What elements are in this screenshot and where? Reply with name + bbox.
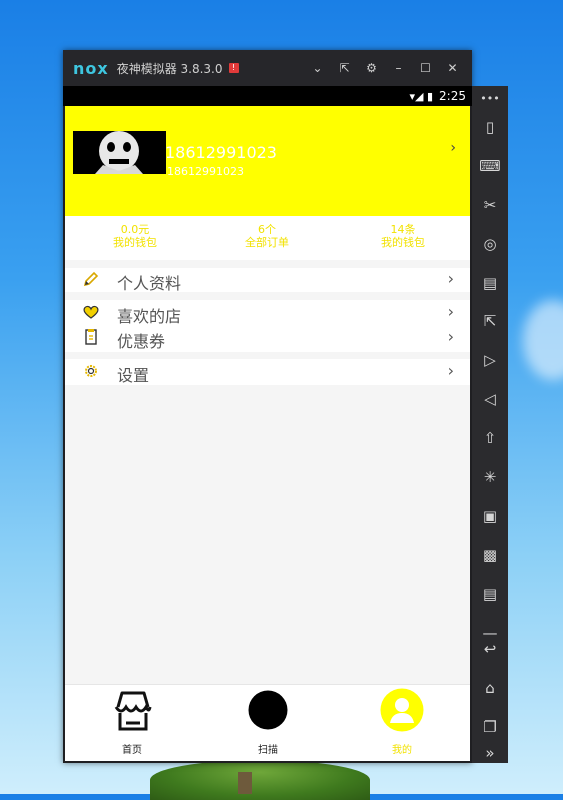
chevron-right-icon: ›	[447, 302, 454, 321]
tab-mine-label: 我的	[392, 745, 412, 756]
apk-install-icon[interactable]: ⇧	[472, 423, 508, 453]
coupon-icon	[81, 328, 101, 348]
shake-icon[interactable]: ✳	[472, 462, 508, 492]
desktop-tree	[150, 760, 370, 800]
keyboard-icon[interactable]: ⌨	[472, 151, 508, 181]
username: 18612991023	[165, 143, 277, 162]
tab-home[interactable]: 首页	[92, 685, 172, 761]
alert-badge[interactable]: !	[228, 63, 239, 73]
emulator-sidebar: ••• ▯ ⌨ ✂ ◎ ▤ ⇱ ▷ ◁ ⇧ ✳ ▣ ▩ ▤ — ↩ ⌂ ❐ »	[472, 86, 508, 763]
volume-up-icon[interactable]: ▷	[472, 345, 508, 375]
video-record-icon[interactable]: ▩	[472, 540, 508, 570]
stat-messages-value: 14条	[390, 223, 416, 236]
stat-wallet[interactable]: 0.0元 我的钱包	[85, 223, 185, 249]
expand-icon[interactable]: »	[472, 738, 508, 768]
stat-wallet-value: 0.0元	[120, 223, 150, 236]
stat-orders-label: 全部订单	[245, 236, 289, 249]
multi-instance-icon[interactable]: ▤	[472, 579, 508, 609]
mouse-icon[interactable]: ▣	[472, 501, 508, 531]
more-icon[interactable]: •••	[472, 84, 508, 114]
stat-wallet-label: 我的钱包	[113, 236, 157, 249]
user-icon	[380, 688, 424, 732]
status-time: 2:25	[439, 89, 466, 103]
fullscreen-icon[interactable]: ⇱	[472, 306, 508, 336]
menu-group-shops: 喜欢的店 › 优惠券 ›	[65, 300, 470, 352]
store-icon	[114, 691, 152, 731]
menu-label-settings: 设置	[117, 366, 150, 385]
tab-home-label: 首页	[122, 745, 142, 756]
desktop-cloud	[523, 300, 563, 380]
scan-icon	[248, 690, 288, 730]
stat-messages[interactable]: 14条 我的钱包	[353, 223, 453, 249]
menu-item-favorite-shops[interactable]: 喜欢的店 ›	[65, 300, 470, 326]
signal-battery-icons: ▾◢ ▮	[409, 89, 434, 103]
settings-icon[interactable]: ⚙	[358, 61, 385, 75]
menu-item-settings[interactable]: 设置 ›	[65, 359, 470, 385]
tab-scan[interactable]: 扫描	[228, 685, 308, 761]
desktop-tree-trunk	[238, 772, 252, 794]
emulator-window: nox 夜神模拟器 3.8.3.0 ! ⌄ ⇱ ⚙ – ☐ ✕ ▾◢ ▮ 2:2…	[63, 50, 472, 763]
window-title: 夜神模拟器 3.8.3.0	[116, 61, 223, 76]
maximize-icon[interactable]: ☐	[412, 61, 439, 75]
chevron-right-icon: ›	[447, 327, 454, 346]
bottom-tab-bar: 首页 扫描 我的	[65, 684, 470, 761]
menu-item-coupons[interactable]: 优惠券 ›	[65, 326, 470, 352]
location-icon[interactable]: ◎	[472, 229, 508, 259]
chevron-right-icon[interactable]: ›	[450, 140, 456, 156]
menu-label-favorite-shops: 喜欢的店	[117, 307, 182, 326]
screen-icon[interactable]: ▤	[472, 268, 508, 298]
nox-logo: nox	[73, 58, 109, 78]
dropdown-icon[interactable]: ⌄	[304, 61, 331, 75]
chevron-right-icon: ›	[447, 269, 454, 288]
stat-orders-value: 6个	[258, 223, 276, 236]
profile-header[interactable]: 18612991023 18612991023 ›	[65, 106, 470, 216]
chevron-right-icon: ›	[447, 361, 454, 380]
scissors-icon[interactable]: ✂	[472, 190, 508, 220]
home-icon[interactable]: ⌂	[472, 673, 508, 703]
pencil-icon	[81, 270, 101, 290]
gear-icon	[81, 362, 101, 382]
close-icon[interactable]: ✕	[439, 61, 466, 75]
tab-scan-label: 扫描	[258, 745, 278, 756]
heart-icon	[81, 303, 101, 323]
volume-down-icon[interactable]: ◁	[472, 384, 508, 414]
minimize-icon[interactable]: –	[385, 61, 412, 75]
user-id: 18612991023	[167, 165, 244, 178]
window-controls: ⌄ ⇱ ⚙ – ☐ ✕	[304, 50, 466, 86]
stats-bar: 0.0元 我的钱包 6个 全部订单 14条 我的钱包	[65, 216, 470, 260]
menu-label-profile: 个人资料	[117, 274, 182, 293]
avatar[interactable]	[73, 131, 166, 174]
title-bar[interactable]: nox 夜神模拟器 3.8.3.0 ! ⌄ ⇱ ⚙ – ☐ ✕	[63, 50, 472, 86]
phone-screen: 18612991023 18612991023 › 0.0元 我的钱包 6个 全…	[65, 106, 470, 761]
android-status-bar: ▾◢ ▮ 2:25	[63, 86, 472, 106]
stat-orders[interactable]: 6个 全部订单	[217, 223, 317, 249]
stat-messages-label: 我的钱包	[381, 236, 425, 249]
phone-rotate-icon[interactable]: ▯	[472, 112, 508, 142]
pin-icon[interactable]: ⇱	[331, 61, 358, 75]
back-icon[interactable]: ↩	[472, 634, 508, 664]
tab-mine[interactable]: 我的	[362, 685, 442, 761]
menu-item-profile[interactable]: 个人资料 ›	[65, 268, 470, 293]
menu-label-coupons: 优惠券	[117, 332, 166, 351]
